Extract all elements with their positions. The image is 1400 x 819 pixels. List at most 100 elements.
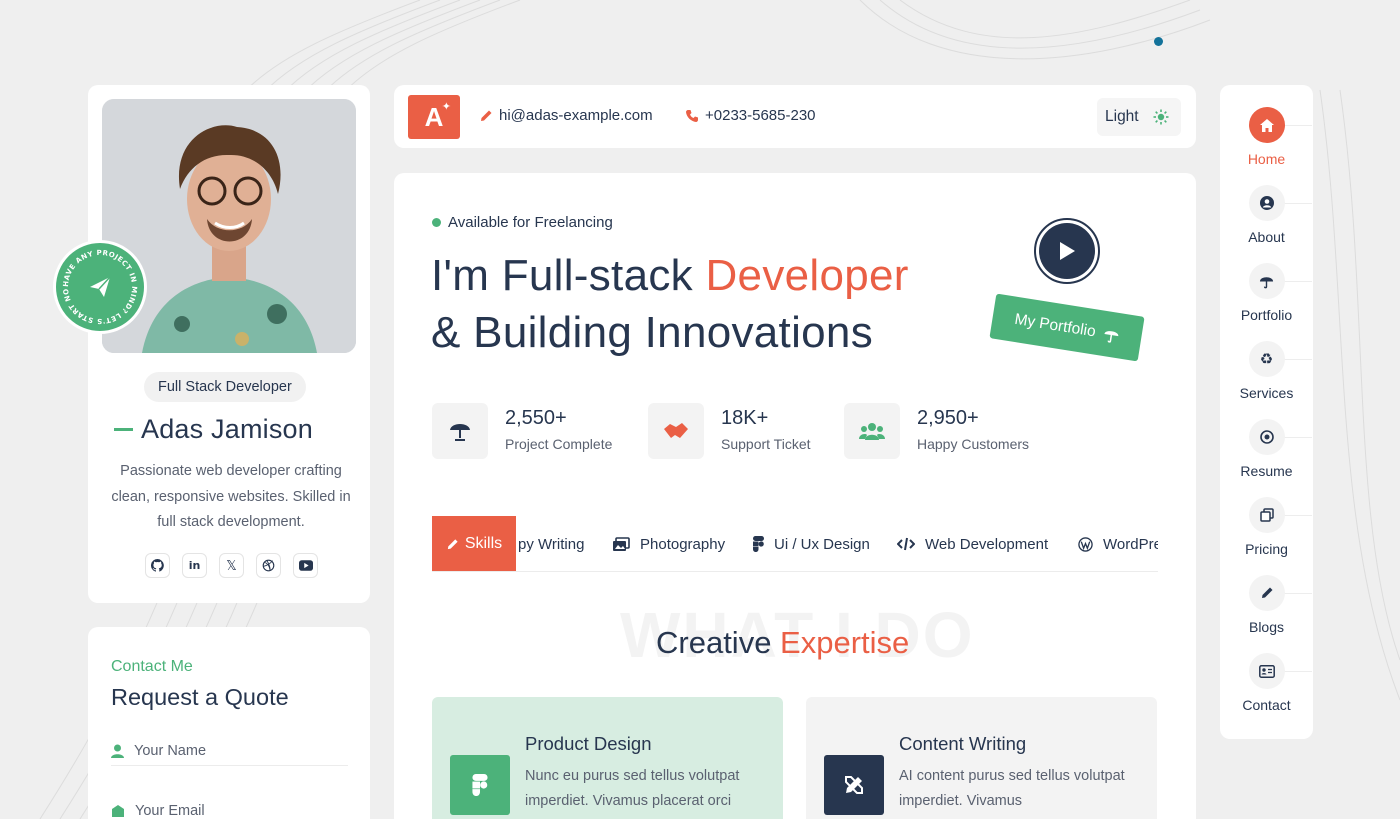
nav-label: Blogs: [1248, 619, 1285, 635]
nav-item-about[interactable]: About: [1220, 185, 1313, 245]
nav-label: Portfolio: [1240, 307, 1293, 323]
tab-label: Web Development: [925, 535, 1049, 553]
home-icon: [1248, 107, 1285, 143]
nav-item-home[interactable]: Home: [1220, 107, 1313, 167]
tab-web-development[interactable]: Web Development: [897, 516, 1049, 571]
service-card-content-writing[interactable]: Content Writing AI content purus sed tel…: [806, 697, 1157, 819]
handshake-icon: [648, 403, 704, 459]
tab-wordpress[interactable]: WordPre: [1078, 516, 1158, 571]
hero-card: Available for Freelancing I'm Full-stack…: [394, 173, 1196, 819]
service-title: Content Writing: [899, 733, 1027, 754]
pencil-icon: [481, 110, 492, 121]
name-field[interactable]: Your Name: [111, 736, 348, 766]
envelope-icon: [112, 805, 124, 817]
profile-bio: Passionate web developer crafting clean,…: [111, 463, 351, 530]
tab-label: Photography: [640, 535, 726, 553]
stat-value: 18K+: [721, 407, 769, 429]
nav-item-services[interactable]: ♻ Services: [1220, 341, 1313, 401]
nav-item-pricing[interactable]: Pricing: [1220, 497, 1313, 557]
x-icon[interactable]: 𝕏: [219, 553, 244, 578]
youtube-icon[interactable]: [293, 553, 318, 578]
theme-toggle[interactable]: Light: [1097, 98, 1181, 136]
profile-name: Adas Jamison: [141, 414, 313, 444]
decor-dot: [1154, 37, 1163, 46]
nav-item-portfolio[interactable]: Portfolio: [1220, 263, 1313, 323]
tab-label: Ui / Ux Design: [774, 535, 870, 553]
section-title-accent: Expertise: [780, 625, 910, 660]
email-field[interactable]: Your Email: [111, 796, 348, 819]
nav-item-contact[interactable]: Contact: [1220, 653, 1313, 713]
linkedin-icon[interactable]: in: [182, 553, 207, 578]
tab-photography[interactable]: Photography: [612, 516, 726, 571]
name-placeholder: Your Name: [134, 742, 207, 759]
lets-start-badge[interactable]: HAVE ANY PROJECT IN MIND? LET'S START NO…: [52, 237, 147, 334]
service-title: Product Design: [525, 733, 652, 754]
stat-customers: 2,950+ Happy Customers: [844, 403, 1029, 459]
copy-icon: [1248, 497, 1285, 533]
skills-tabs: Skills py Writing Photography Ui / Ux De…: [432, 516, 1158, 572]
stat-label: Project Complete: [505, 436, 613, 452]
profile-name-row: Adas Jamison: [114, 414, 313, 445]
dribbble-icon[interactable]: [256, 553, 281, 578]
pencil-icon: [447, 538, 458, 549]
status-dot: [432, 218, 441, 227]
users-icon: [844, 403, 900, 459]
email-text: hi@adas-example.com: [499, 107, 653, 124]
nav-label: Contact: [1242, 697, 1291, 713]
phone-icon: [686, 109, 698, 122]
wordpress-icon: [1078, 536, 1093, 552]
pen-ruler-icon: [824, 755, 884, 815]
code-icon: [897, 537, 915, 551]
service-card-product-design[interactable]: Product Design Nunc eu purus sed tellus …: [432, 697, 783, 819]
tab-ui-ux-design[interactable]: Ui / Ux Design: [753, 516, 870, 571]
section-title: Creative Expertise: [656, 625, 909, 661]
stat-label: Support Ticket: [721, 436, 811, 452]
tab-label: WordPre: [1103, 535, 1158, 553]
stat-tickets: 18K+ Support Ticket: [648, 403, 811, 459]
umbrella-icon: [1248, 263, 1285, 299]
nav-label: Home: [1247, 151, 1286, 167]
service-description: Nunc eu purus sed tellus volutpat imperd…: [525, 768, 740, 809]
user-icon: [111, 744, 124, 758]
play-video-button[interactable]: [1034, 218, 1100, 284]
portfolio-label: My Portfolio: [1013, 310, 1097, 340]
figma-icon: [450, 755, 510, 815]
headline-part-1: I'm Full-stack: [431, 251, 706, 300]
side-navigation: Home About Portfolio ♻ Services Resume P…: [1220, 85, 1313, 739]
tab-copy-writing[interactable]: py Writing: [518, 516, 585, 571]
phone-text: +0233-5685-230: [705, 107, 816, 124]
role-pill: Full Stack Developer: [144, 372, 306, 402]
sparkle-icon: ✦: [441, 101, 451, 113]
recycle-icon: ♻: [1248, 341, 1285, 377]
name-dash: [114, 428, 133, 431]
phone-link[interactable]: +0233-5685-230: [685, 107, 816, 124]
nav-label: About: [1248, 229, 1285, 245]
top-bar: A ✦ hi@adas-example.com +0233-5685-230 L…: [394, 85, 1196, 148]
tab-skills[interactable]: Skills: [432, 516, 516, 571]
availability-status: Available for Freelancing: [432, 214, 613, 231]
sun-icon: [1153, 109, 1169, 125]
tab-label: py Writing: [518, 535, 585, 553]
hero-headline: I'm Full-stack Developer & Building Inno…: [431, 247, 909, 361]
logo-letter: A: [424, 101, 444, 132]
stat-value: 2,950+: [917, 407, 979, 429]
quote-eyebrow: Contact Me: [111, 658, 193, 675]
tab-label: Skills: [464, 535, 503, 552]
target-icon: [1248, 419, 1285, 455]
user-icon: [1248, 185, 1285, 221]
github-icon[interactable]: [145, 553, 170, 578]
nav-item-resume[interactable]: Resume: [1220, 419, 1313, 479]
headline-accent: Developer: [705, 251, 909, 300]
headline-line-2: & Building Innovations: [431, 308, 874, 357]
images-icon: [613, 536, 630, 551]
quote-card: Contact Me Request a Quote Your Name You…: [88, 627, 370, 819]
nav-item-blogs[interactable]: Blogs: [1220, 575, 1313, 635]
umbrella-icon: [1104, 330, 1119, 343]
my-portfolio-button[interactable]: My Portfolio: [989, 293, 1145, 362]
id-card-icon: [1248, 653, 1285, 689]
quote-title: Request a Quote: [111, 684, 289, 710]
email-link[interactable]: hi@adas-example.com: [479, 107, 653, 124]
site-logo[interactable]: A ✦: [408, 95, 460, 139]
paper-plane-icon: [90, 276, 111, 297]
figma-icon: [753, 536, 764, 552]
